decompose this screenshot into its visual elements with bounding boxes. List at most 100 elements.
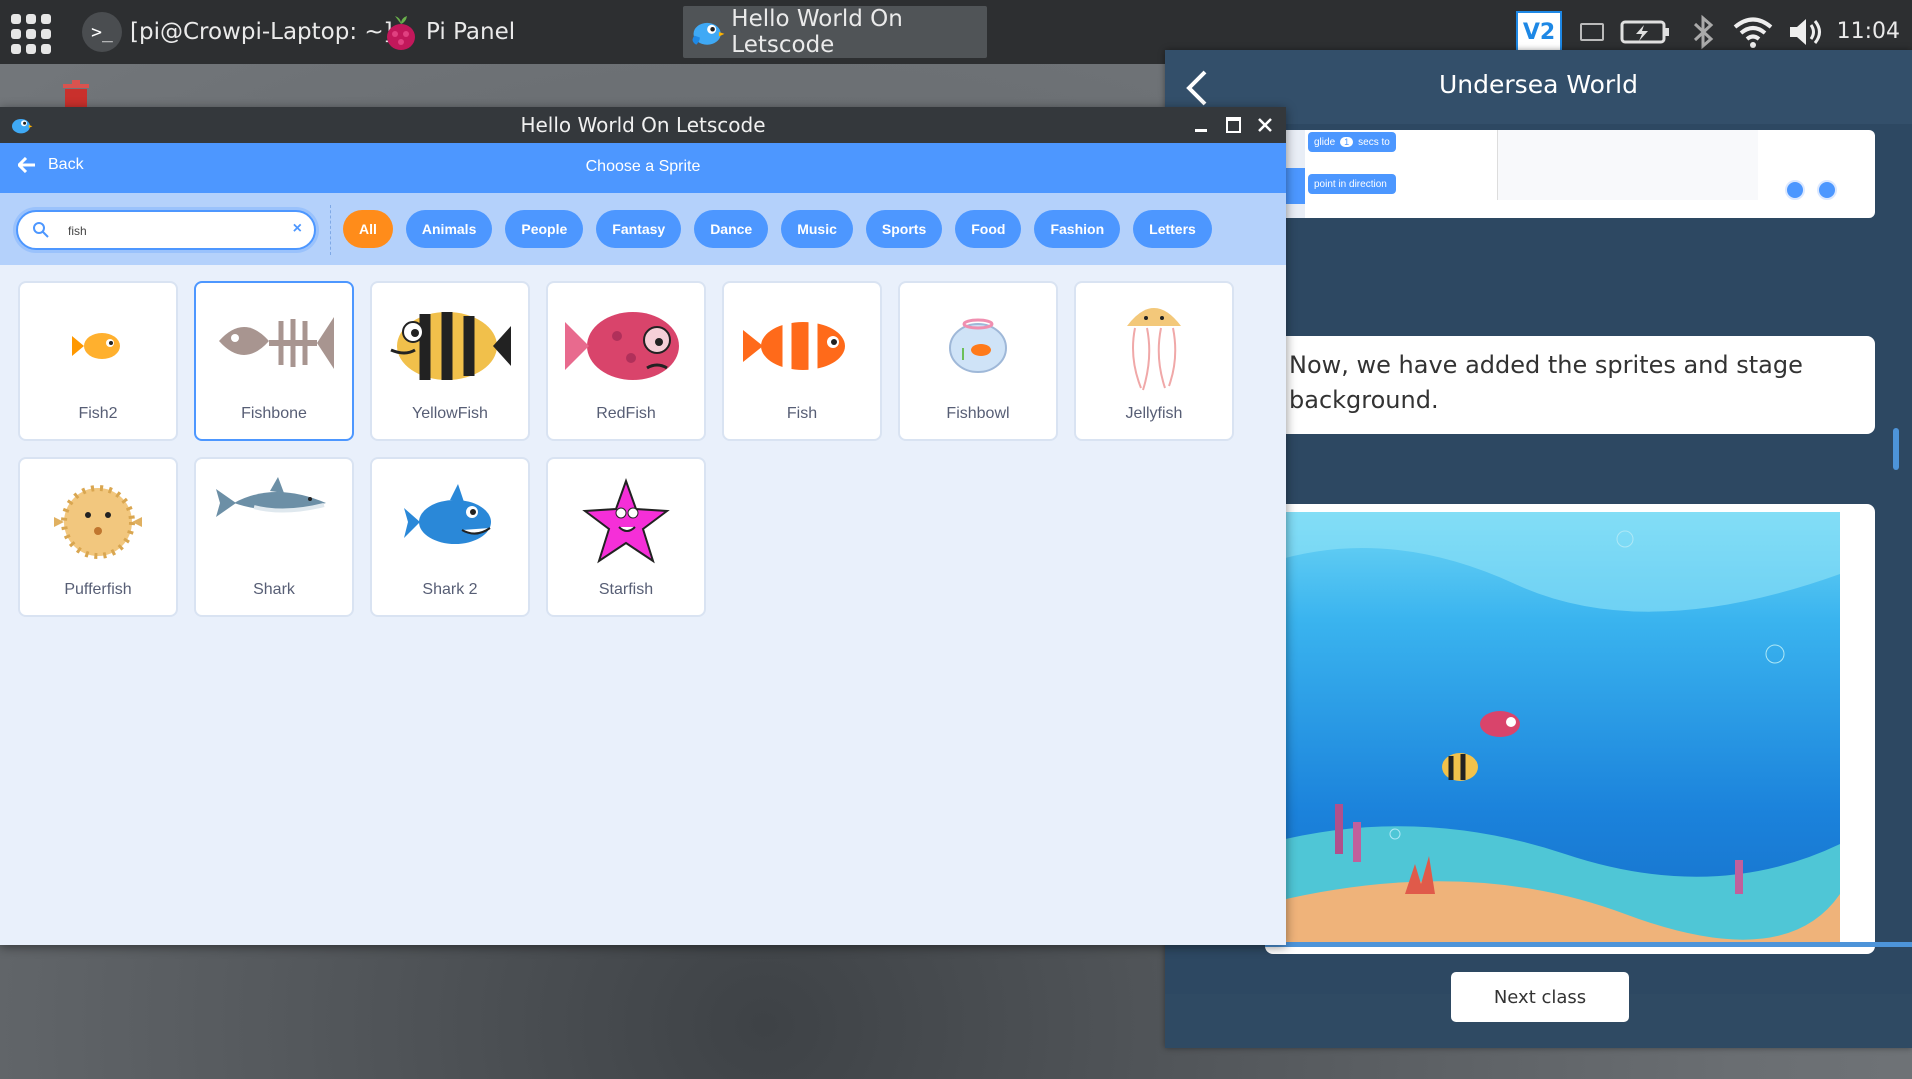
- sprite-name: Fish2: [78, 405, 118, 422]
- sprite-card-yellowfish[interactable]: YellowFish: [370, 281, 530, 441]
- sprite-card-redfish[interactable]: RedFish: [546, 281, 706, 441]
- clock[interactable]: 11:04: [1837, 19, 1900, 44]
- category-music[interactable]: Music: [781, 210, 853, 248]
- sprite-name: Shark 2: [422, 581, 478, 598]
- sprite-card-fishbowl[interactable]: Fishbowl: [898, 281, 1058, 441]
- point-label: point in direction: [1314, 178, 1387, 190]
- sprite-thumbnail: [372, 469, 528, 574]
- clear-search-icon[interactable]: ×: [293, 220, 302, 238]
- minimize-icon[interactable]: [1188, 111, 1214, 139]
- sprite-name: Pufferfish: [64, 581, 132, 598]
- search-input[interactable]: [66, 220, 270, 242]
- category-food[interactable]: Food: [955, 210, 1022, 248]
- code-screenshot: glide 1 secs to point in direction: [1265, 130, 1875, 218]
- category-fantasy[interactable]: Fantasy: [596, 210, 682, 248]
- close-icon[interactable]: [1252, 111, 1278, 139]
- letscode-bird-icon: [692, 22, 725, 45]
- sprite-name: RedFish: [596, 405, 656, 422]
- raspberry-icon: [387, 16, 415, 50]
- clownfish-sprite-icon: [743, 321, 845, 370]
- terminal-icon: >_: [82, 12, 122, 52]
- sprite-thumbnail: [20, 469, 176, 574]
- category-people[interactable]: People: [505, 210, 584, 248]
- sprite-card-fish[interactable]: Fish: [722, 281, 882, 441]
- filter-separator: [330, 205, 331, 255]
- taskbar-item-label: Hello World On Letscode: [731, 6, 903, 58]
- library-heading: Choose a Sprite: [585, 158, 701, 175]
- yellowfish-sprite-icon: [390, 311, 511, 380]
- window-title: Hello World On Letscode: [520, 113, 766, 137]
- sprite-card-jellyfish[interactable]: Jellyfish: [1074, 281, 1234, 441]
- sprite-thumbnail: [900, 293, 1056, 398]
- zoom-out-icon: [1817, 180, 1837, 200]
- volume-icon[interactable]: [1786, 14, 1826, 50]
- window-titlebar[interactable]: Hello World On Letscode: [0, 107, 1286, 143]
- sprite-name: Fishbowl: [946, 405, 1010, 422]
- glide-number: 1: [1340, 137, 1354, 147]
- next-class-button[interactable]: Next class: [1451, 972, 1629, 1022]
- sprite-library-window: Hello World On Letscode Back Choose a Sp…: [0, 107, 1286, 945]
- wifi-icon[interactable]: [1732, 14, 1774, 50]
- sprite-thumbnail: [548, 469, 704, 574]
- glide-suffix: secs to: [1358, 136, 1390, 148]
- sprite-name: Fish: [786, 405, 818, 422]
- trash-icon[interactable]: [60, 78, 92, 108]
- shark2-sprite-icon: [404, 483, 491, 544]
- fish2-sprite-icon: [72, 332, 120, 359]
- sprite-thumbnail: [548, 293, 704, 398]
- tutorial-scrollbar[interactable]: [1893, 428, 1899, 470]
- sprite-thumbnail: [196, 293, 352, 398]
- undersea-stage-image: [1265, 512, 1840, 942]
- sprite-thumbnail: [372, 293, 528, 398]
- sprite-name: YellowFish: [412, 405, 488, 422]
- category-sports[interactable]: Sports: [865, 210, 943, 248]
- sprite-name: Jellyfish: [1125, 405, 1183, 422]
- tutorial-text-card: Now, we have added the sprites and stage…: [1265, 336, 1875, 434]
- category-animals[interactable]: Animals: [405, 210, 493, 248]
- search-box[interactable]: ×: [16, 210, 316, 250]
- tutorial-text: Now, we have added the sprites and stage…: [1289, 351, 1803, 414]
- category-dance[interactable]: Dance: [694, 210, 769, 248]
- taskbar-item-label: Pi Panel: [426, 19, 516, 45]
- tutorial-progress-bar: [1265, 942, 1912, 947]
- tutorial-title: Undersea World: [1439, 70, 1638, 99]
- stage-preview-card: [1265, 504, 1875, 954]
- zoom-in-icon: [1785, 180, 1805, 200]
- category-fashion[interactable]: Fashion: [1034, 210, 1121, 248]
- category-all[interactable]: All: [343, 210, 393, 248]
- pufferfish-sprite-icon: [54, 484, 142, 559]
- filter-bar: × All Animals People Fantasy Dance Music…: [0, 193, 1286, 265]
- sprite-name: Starfish: [598, 581, 654, 598]
- search-icon: [33, 222, 49, 238]
- app-menu-icon[interactable]: [11, 14, 51, 54]
- battery-icon[interactable]: [1620, 18, 1672, 46]
- code-workspace: [1497, 130, 1758, 200]
- maximize-icon[interactable]: [1220, 111, 1246, 139]
- taskbar-item-label: [pi@Crowpi-Laptop: ~]: [130, 19, 393, 45]
- bluetooth-icon[interactable]: [1686, 13, 1720, 51]
- sprite-name: Fishbone: [241, 405, 307, 422]
- sprite-card-fishbone[interactable]: Fishbone: [194, 281, 354, 441]
- glide-label: glide: [1314, 136, 1336, 148]
- system-tray: V2: [1516, 8, 1826, 56]
- category-letters[interactable]: Letters: [1133, 210, 1212, 248]
- fishbone-sprite-icon: [219, 316, 334, 369]
- sprite-thumbnail: [20, 293, 176, 398]
- fishbowl-sprite-icon: [949, 318, 1007, 373]
- sprite-card-pufferfish[interactable]: Pufferfish: [18, 457, 178, 617]
- taskbar-item-terminal[interactable]: >_ [pi@Crowpi-Laptop: ~]: [82, 6, 393, 58]
- sprite-card-starfish[interactable]: Starfish: [546, 457, 706, 617]
- vnc-icon[interactable]: V2: [1516, 11, 1562, 53]
- keyboard-icon[interactable]: [1580, 23, 1604, 41]
- redfish-sprite-icon: [565, 311, 679, 380]
- sprite-card-fish2[interactable]: Fish2: [18, 281, 178, 441]
- sprite-card-shark-2[interactable]: Shark 2: [370, 457, 530, 617]
- library-header: Back Choose a Sprite: [0, 143, 1286, 193]
- taskbar-item-letscode[interactable]: Hello World On Letscode: [683, 6, 987, 58]
- sprite-thumbnail: [724, 293, 880, 398]
- starfish-sprite-icon: [582, 477, 670, 563]
- category-chips: All Animals People Fantasy Dance Music S…: [343, 210, 1212, 248]
- sprite-card-shark[interactable]: Shark: [194, 457, 354, 617]
- taskbar-item-pi-panel[interactable]: Pi Panel: [382, 6, 515, 58]
- shark-sprite-icon: [216, 477, 326, 517]
